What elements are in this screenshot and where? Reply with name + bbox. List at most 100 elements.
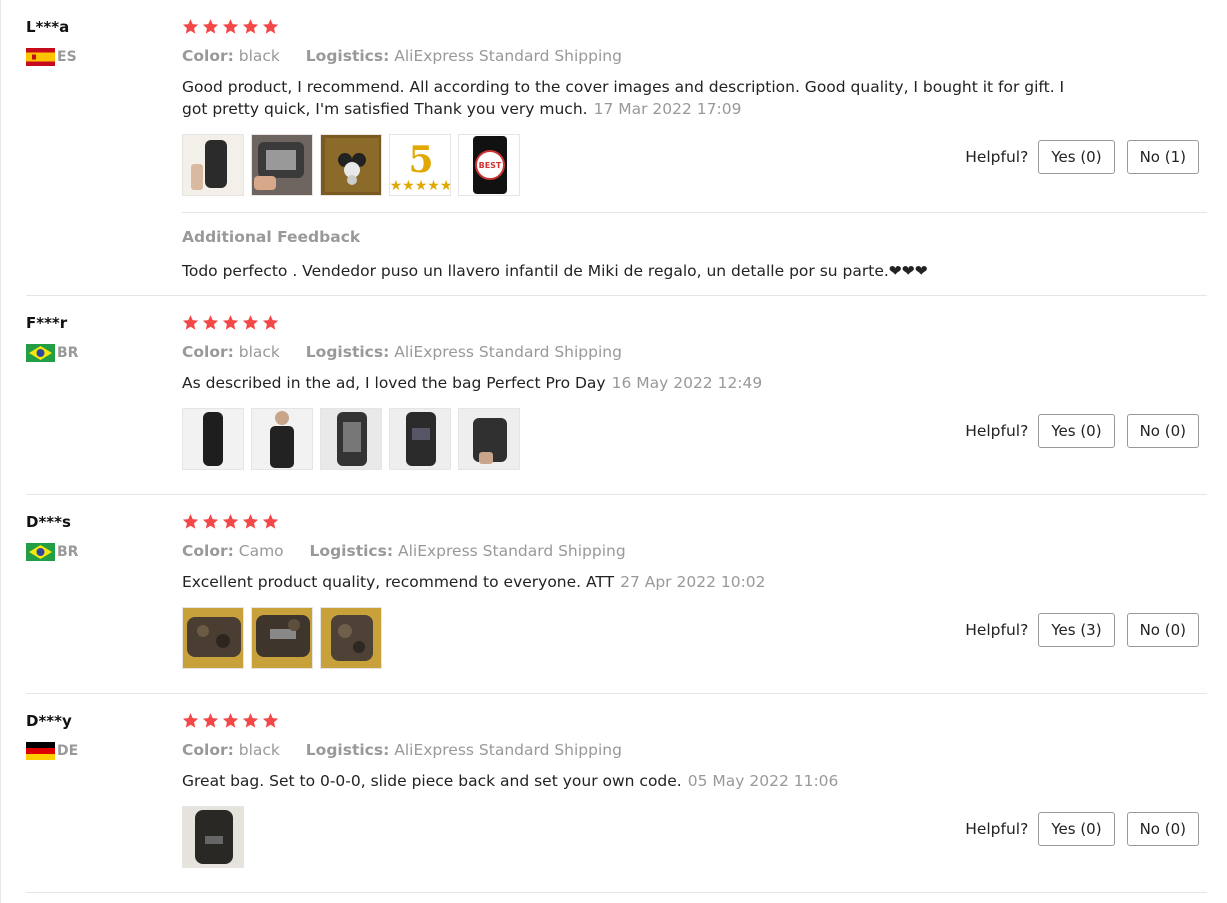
- helpful-yes-button[interactable]: Yes (3): [1038, 613, 1115, 647]
- helpful-yes-button[interactable]: Yes (0): [1038, 414, 1115, 448]
- review-photo[interactable]: [251, 607, 313, 669]
- review-body: Great bag. Set to 0-0-0, slide piece bac…: [182, 772, 682, 790]
- review-date: 17 Mar 2022 17:09: [593, 100, 742, 118]
- product-attributes: Color: black Logistics: AliExpress Stand…: [182, 343, 622, 361]
- review-photos: [182, 408, 520, 470]
- brazil-flag-icon: [26, 543, 55, 561]
- star-rating: [182, 314, 279, 331]
- reviewer-name: D***y: [26, 712, 72, 730]
- review-photo[interactable]: [389, 408, 451, 470]
- country-code: BR: [57, 544, 79, 560]
- color-value: black: [238, 47, 280, 65]
- review-photo[interactable]: 5 ★★★★★: [389, 134, 451, 196]
- logistics-value: AliExpress Standard Shipping: [394, 343, 622, 361]
- helpful-yes-button[interactable]: Yes (0): [1038, 140, 1115, 174]
- color-value: black: [238, 741, 280, 759]
- helpful-no-button[interactable]: No (0): [1126, 613, 1199, 647]
- color-label: Color:: [182, 741, 234, 759]
- review-text: Excellent product quality, recommend to …: [182, 571, 1082, 593]
- helpful-no-button[interactable]: No (1): [1126, 140, 1199, 174]
- color-value: black: [238, 343, 280, 361]
- country-code: BR: [57, 345, 79, 361]
- spain-flag-icon: [26, 48, 55, 66]
- reviewer-country: BR: [26, 543, 78, 561]
- review-photo[interactable]: BEST: [458, 134, 520, 196]
- germany-flag-icon: [26, 742, 55, 760]
- color-label: Color:: [182, 47, 234, 65]
- additional-feedback-text: Todo perfecto . Vendedor puso un llavero…: [182, 262, 928, 280]
- review-photo[interactable]: [182, 806, 244, 868]
- review-photo[interactable]: [251, 134, 313, 196]
- product-attributes: Color: black Logistics: AliExpress Stand…: [182, 741, 622, 759]
- review-photo[interactable]: [182, 408, 244, 470]
- reviewer-name: L***a: [26, 18, 70, 36]
- country-code: DE: [57, 743, 79, 759]
- review-divider: [26, 494, 1207, 495]
- review-photos: 5 ★★★★★ BEST: [182, 134, 520, 196]
- helpful-vote: Helpful? Yes (0) No (1): [965, 140, 1199, 174]
- star-icon: [262, 514, 279, 529]
- star-icon: [242, 514, 259, 529]
- helpful-vote: Helpful? Yes (0) No (0): [965, 812, 1199, 846]
- review-date: 16 May 2022 12:49: [611, 374, 763, 392]
- review-photos: [182, 607, 382, 669]
- review-photo[interactable]: [182, 134, 244, 196]
- reviewer-name: F***r: [26, 314, 68, 332]
- star-icon: [202, 19, 219, 34]
- review-body: As described in the ad, I loved the bag …: [182, 374, 606, 392]
- review-photo[interactable]: [320, 607, 382, 669]
- star-icon: [182, 315, 199, 330]
- star-rating: [182, 712, 279, 729]
- star-icon: [182, 514, 199, 529]
- star-icon: [222, 514, 239, 529]
- helpful-vote: Helpful? Yes (0) No (0): [965, 414, 1199, 448]
- logistics-label: Logistics:: [309, 542, 394, 560]
- logistics-label: Logistics:: [305, 741, 390, 759]
- product-attributes: Color: Camo Logistics: AliExpress Standa…: [182, 542, 626, 560]
- star-icon: [262, 19, 279, 34]
- review-photo[interactable]: [320, 408, 382, 470]
- review-text: As described in the ad, I loved the bag …: [182, 372, 1082, 394]
- product-attributes: Color: black Logistics: AliExpress Stand…: [182, 47, 622, 65]
- star-icon: [202, 315, 219, 330]
- review-text: Great bag. Set to 0-0-0, slide piece bac…: [182, 770, 1082, 792]
- review-photo[interactable]: [251, 408, 313, 470]
- star-icon: [222, 713, 239, 728]
- svg-text:5: 5: [408, 139, 433, 181]
- color-label: Color:: [182, 343, 234, 361]
- star-icon: [242, 713, 259, 728]
- svg-text:BEST: BEST: [479, 161, 502, 170]
- star-icon: [202, 514, 219, 529]
- color-value: Camo: [238, 542, 284, 560]
- helpful-label: Helpful?: [965, 148, 1029, 166]
- helpful-label: Helpful?: [965, 422, 1029, 440]
- brazil-flag-icon: [26, 344, 55, 362]
- review-photo[interactable]: [182, 607, 244, 669]
- star-icon: [182, 713, 199, 728]
- review-date: 05 May 2022 11:06: [687, 772, 839, 790]
- review-date: 27 Apr 2022 10:02: [620, 573, 766, 591]
- star-icon: [222, 315, 239, 330]
- star-icon: [242, 315, 259, 330]
- reviewer-country: BR: [26, 344, 78, 362]
- review-text: Good product, I recommend. All according…: [182, 76, 1082, 120]
- helpful-yes-button[interactable]: Yes (0): [1038, 812, 1115, 846]
- logistics-label: Logistics:: [305, 47, 390, 65]
- star-icon: [262, 713, 279, 728]
- review-divider: [26, 295, 1207, 296]
- color-label: Color:: [182, 542, 234, 560]
- star-rating: [182, 513, 279, 530]
- review-photo[interactable]: [458, 408, 520, 470]
- helpful-vote: Helpful? Yes (3) No (0): [965, 613, 1199, 647]
- review-divider: [26, 693, 1207, 694]
- review-photo[interactable]: [320, 134, 382, 196]
- review-body: Excellent product quality, recommend to …: [182, 573, 615, 591]
- logistics-value: AliExpress Standard Shipping: [394, 741, 622, 759]
- helpful-no-button[interactable]: No (0): [1126, 414, 1199, 448]
- helpful-no-button[interactable]: No (0): [1126, 812, 1199, 846]
- additional-feedback-title: Additional Feedback: [182, 228, 361, 246]
- star-icon: [202, 713, 219, 728]
- page-left-edge: [0, 0, 1, 903]
- star-rating: [182, 18, 279, 35]
- star-icon: [182, 19, 199, 34]
